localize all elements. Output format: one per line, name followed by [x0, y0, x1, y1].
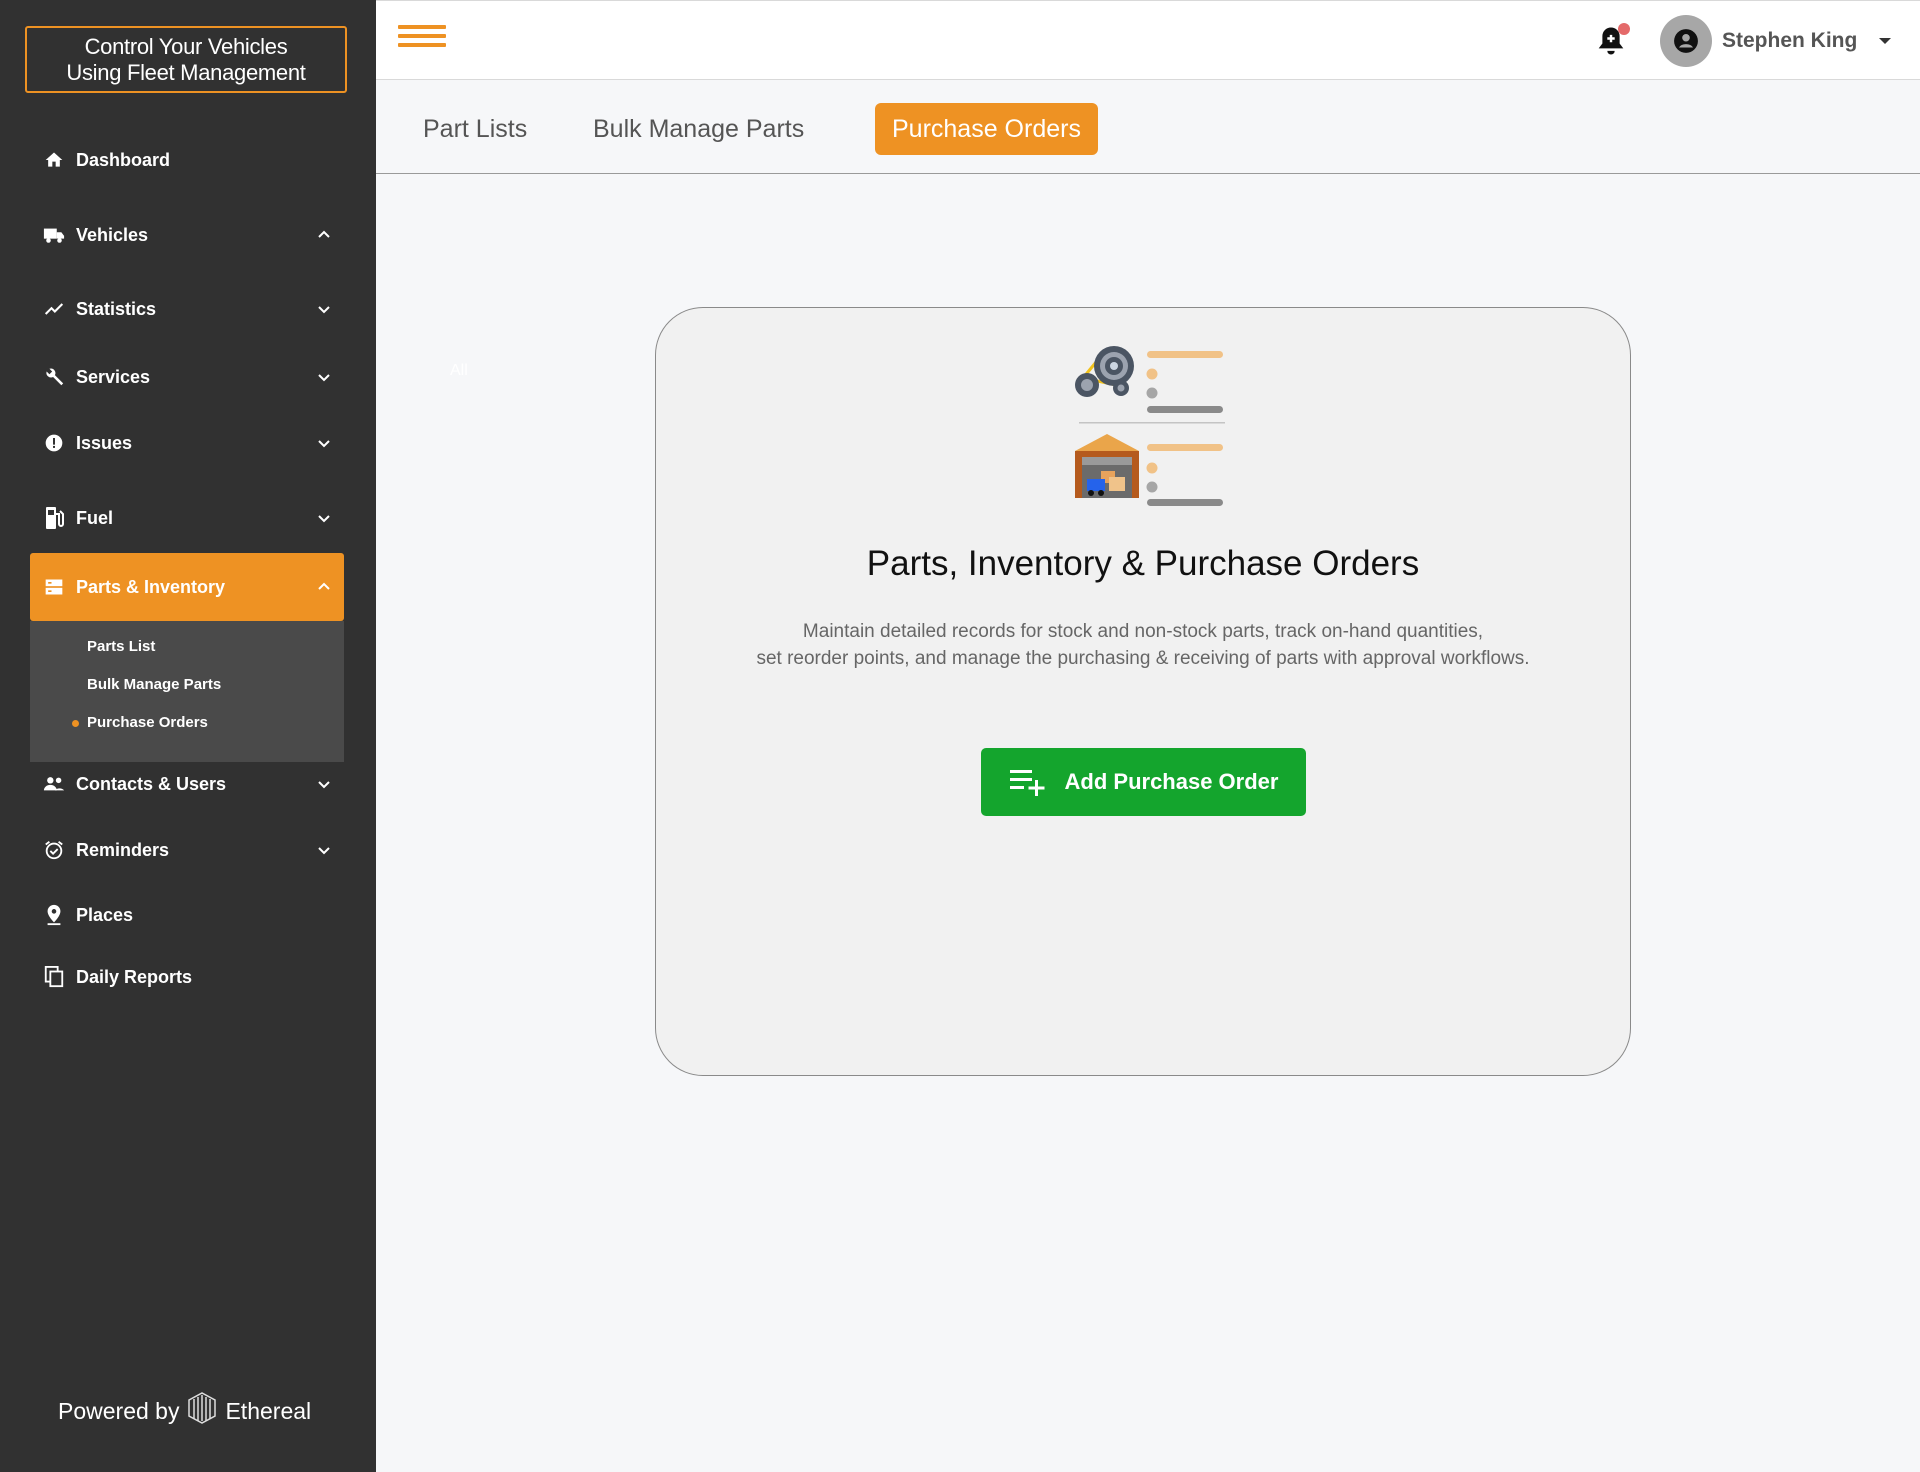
sidebar-item-statistics[interactable]: Statistics	[30, 284, 344, 334]
sidebar-item-label: Parts & Inventory	[76, 576, 226, 597]
top-header: Stephen King	[376, 0, 1920, 80]
tab-part-lists[interactable]: Part Lists	[423, 103, 527, 155]
chevron-down-icon	[318, 306, 330, 314]
alarm-icon	[42, 838, 66, 862]
chevron-up-icon	[318, 230, 330, 238]
fuel-icon	[42, 506, 66, 530]
sidebar-item-fuel[interactable]: Fuel	[30, 493, 344, 543]
sidebar-item-reminders[interactable]: Reminders	[30, 825, 344, 875]
chevron-down-icon	[318, 847, 330, 855]
user-menu[interactable]: Stephen King	[1660, 15, 1892, 67]
tab-purchase-orders[interactable]: Purchase Orders	[875, 103, 1098, 155]
user-name: Stephen King	[1722, 29, 1858, 52]
sidebar-item-label: Issues	[76, 432, 133, 453]
pin-icon	[42, 903, 66, 927]
wrench-icon	[42, 365, 66, 389]
sidebar-item-label: Places	[76, 904, 134, 925]
alert-icon	[42, 431, 66, 455]
sidebar: Control Your Vehicles Using Fleet Manage…	[0, 0, 376, 1472]
chevron-down-icon	[318, 440, 330, 448]
parts-submenu: Parts List Bulk Manage Parts Purchase Or…	[30, 621, 344, 762]
faint-label: All	[450, 362, 468, 379]
add-purchase-order-button[interactable]: Add Purchase Order	[981, 748, 1306, 816]
brand-banner: Control Your Vehicles Using Fleet Manage…	[25, 26, 347, 93]
user-icon	[1674, 29, 1698, 53]
empty-state-card: Parts, Inventory & Purchase Orders Maint…	[655, 307, 1631, 1076]
copy-icon	[42, 965, 66, 989]
playlist-add-icon	[1009, 770, 1045, 796]
notification-bell-icon[interactable]	[1596, 23, 1630, 59]
home-icon	[42, 148, 66, 172]
sidebar-item-label: Dashboard	[76, 149, 171, 170]
parts-inventory-illustration-icon	[1075, 346, 1225, 506]
caret-down-icon	[1879, 38, 1892, 44]
submenu-parts-list[interactable]: Parts List	[87, 638, 155, 655]
sidebar-item-label: Daily Reports	[76, 966, 193, 987]
chevron-down-icon	[318, 781, 330, 789]
add-purchase-order-label: Add Purchase Order	[1064, 769, 1279, 794]
card-description-line-1: Maintain detailed records for stock and …	[802, 621, 1484, 642]
tab-bulk-manage-parts[interactable]: Bulk Manage Parts	[593, 103, 804, 155]
avatar	[1660, 15, 1712, 67]
powered-by-brand: Ethereal	[225, 1397, 312, 1424]
chevron-down-icon	[318, 515, 330, 523]
sidebar-item-label: Reminders	[76, 839, 170, 860]
chevron-up-icon	[318, 582, 330, 590]
sidebar-item-daily-reports[interactable]: Daily Reports	[30, 952, 344, 1002]
sidebar-item-issues[interactable]: Issues	[30, 418, 344, 468]
chevron-down-icon	[318, 374, 330, 382]
notification-dot	[1618, 23, 1630, 35]
sidebar-item-vehicles[interactable]: Vehicles	[30, 210, 344, 260]
submenu-bulk-manage-parts[interactable]: Bulk Manage Parts	[87, 676, 221, 693]
sidebar-item-label: Fuel	[76, 507, 114, 528]
powered-by-text: Powered by	[58, 1397, 180, 1424]
active-dot	[72, 720, 79, 727]
sidebar-item-dashboard[interactable]: Dashboard	[30, 135, 344, 185]
card-title: Parts, Inventory & Purchase Orders	[866, 544, 1420, 583]
truck-icon	[42, 223, 66, 247]
powered-by: Powered by Ethereal	[58, 1390, 311, 1432]
tab-bar: Part Lists Bulk Manage Parts Purchase Or…	[376, 80, 1920, 174]
ethereal-logo-icon	[185, 1390, 219, 1432]
sidebar-item-label: Statistics	[76, 298, 157, 319]
brand-line-1: Control Your Vehicles	[84, 33, 288, 59]
users-icon	[42, 772, 66, 796]
card-description: Maintain detailed records for stock and …	[656, 618, 1630, 672]
card-description-line-2: set reorder points, and manage the purch…	[756, 648, 1530, 669]
sidebar-item-label: Vehicles	[76, 224, 149, 245]
inventory-icon	[42, 575, 66, 599]
brand-line-2: Using Fleet Management	[66, 59, 306, 85]
sidebar-item-contacts-users[interactable]: Contacts & Users	[30, 759, 344, 809]
sidebar-item-label: Services	[76, 366, 151, 387]
sidebar-item-services[interactable]: Services	[30, 352, 344, 402]
sidebar-item-label: Contacts & Users	[76, 773, 227, 794]
sidebar-item-parts-inventory[interactable]: Parts & Inventory	[30, 553, 344, 621]
sidebar-item-places[interactable]: Places	[30, 890, 344, 940]
menu-toggle-icon[interactable]	[398, 25, 446, 55]
trend-icon	[42, 297, 66, 321]
submenu-purchase-orders[interactable]: Purchase Orders	[87, 714, 208, 731]
